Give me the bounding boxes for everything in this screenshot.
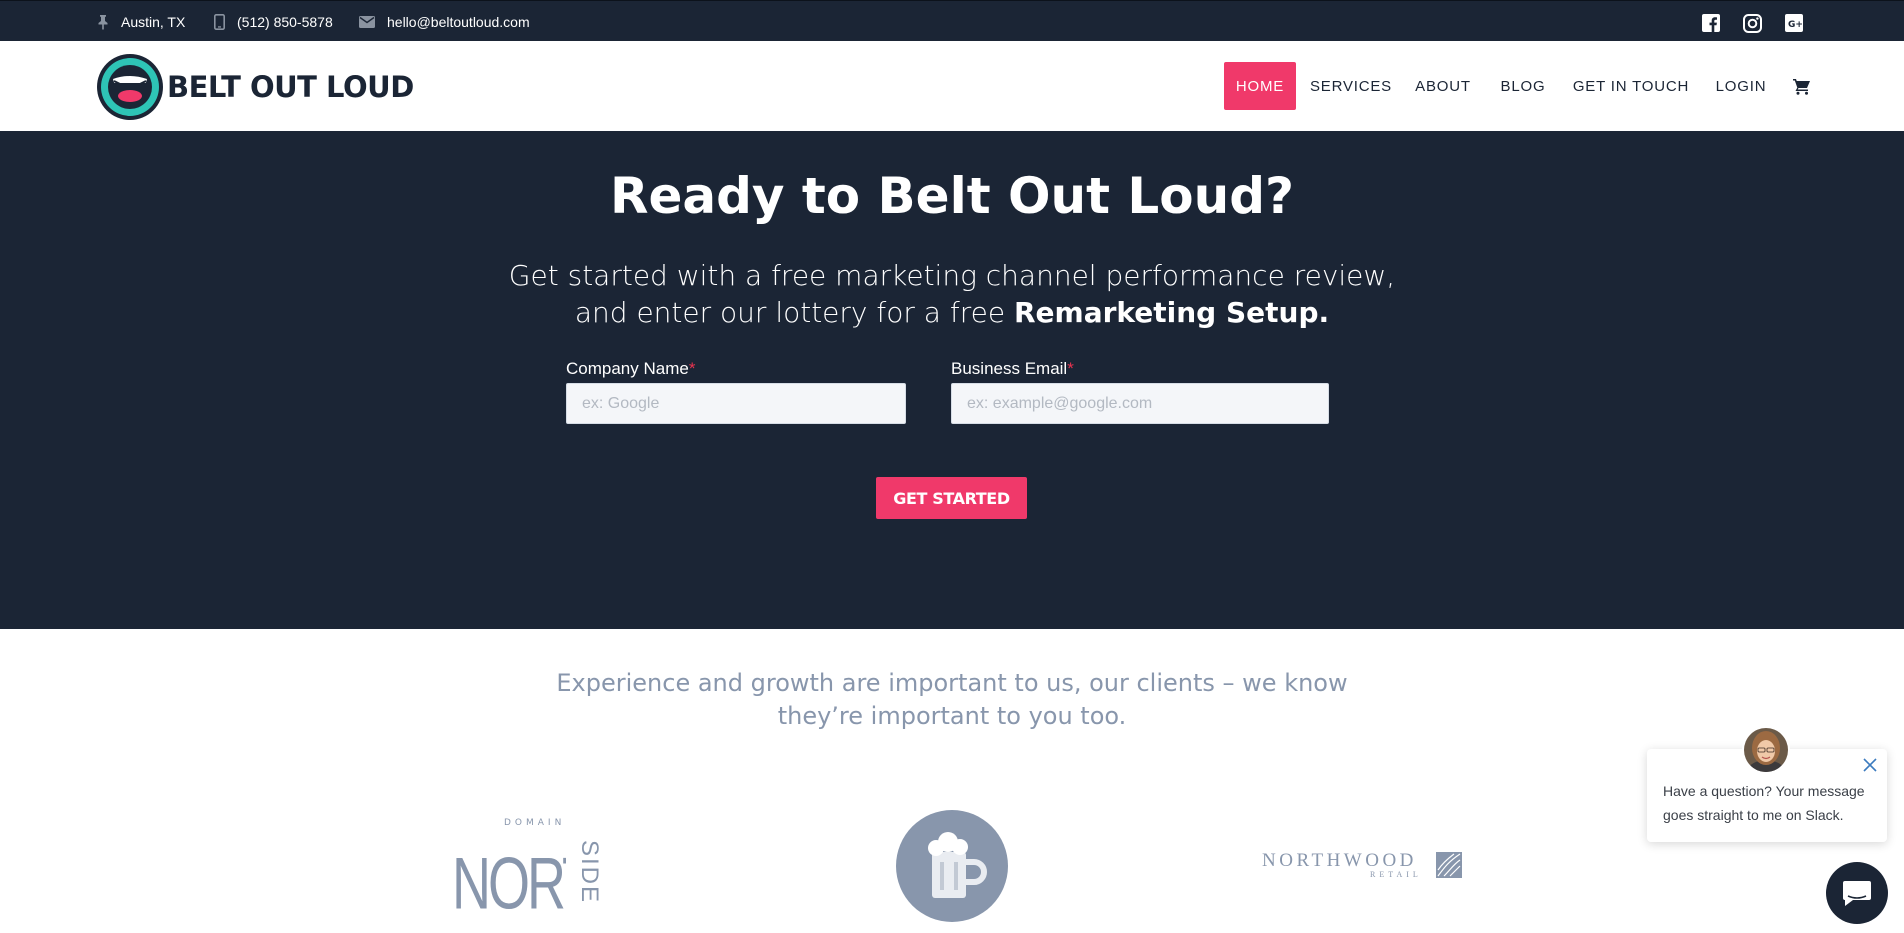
required-marker: *	[688, 359, 696, 378]
email-info[interactable]: hello@beltoutloud.com	[359, 14, 530, 30]
instagram-icon[interactable]	[1742, 13, 1762, 33]
chat-launcher-button[interactable]	[1826, 862, 1888, 924]
business-email-input[interactable]	[951, 383, 1329, 424]
company-name-label: Company Name*	[566, 359, 695, 379]
clients-intro: Experience and growth are important to u…	[0, 667, 1904, 733]
location-info: Austin, TX	[97, 14, 185, 30]
chat-agent-avatar	[1742, 726, 1790, 774]
hero-subtitle-line1: Get started with a free marketing channe…	[508, 259, 1396, 292]
hero-subtitle-line2: and enter our lottery for a free	[574, 296, 1014, 329]
phone-info[interactable]: (512) 850-5878	[214, 14, 333, 30]
logo-retail-text: RETAIL	[1370, 870, 1422, 879]
nav-blog[interactable]: BLOG	[1496, 62, 1550, 110]
nav-services[interactable]: SERVICES	[1310, 62, 1392, 110]
client-logo-northwood: NORTHWOOD RETAIL	[1262, 850, 1462, 886]
client-logo-domain-northside: DOMAIN NORTH SIDE	[452, 818, 632, 925]
phone-icon	[214, 14, 225, 30]
get-started-button[interactable]: GET STARTED	[876, 477, 1027, 519]
required-marker: *	[1067, 359, 1074, 378]
location-text: Austin, TX	[121, 14, 186, 30]
envelope-icon	[359, 16, 375, 28]
woodgrain-icon	[1436, 852, 1462, 878]
clients-intro-line1: Experience and growth are important to u…	[556, 669, 1348, 697]
nav-get-in-touch[interactable]: GET IN TOUCH	[1568, 62, 1694, 110]
google-plus-icon[interactable]: G+	[1784, 13, 1804, 33]
hero-subtitle: Get started with a free marketing channe…	[0, 257, 1904, 331]
chat-bubble-icon	[1843, 881, 1871, 906]
company-name-label-text: Company Name	[566, 359, 689, 378]
chat-message: Have a question? Your message goes strai…	[1663, 783, 1865, 823]
hero-section: Ready to Belt Out Loud? Get started with…	[0, 131, 1904, 629]
pushpin-icon	[98, 15, 108, 30]
svg-text:G+: G+	[1788, 20, 1803, 30]
logo-mouth-icon	[97, 54, 163, 120]
logo-side-text: SIDE	[576, 840, 603, 905]
clients-intro-line2: they’re important to you too.	[777, 702, 1127, 730]
main-header: BELT OUT LOUD HOME SERVICES ABOUT BLOG G…	[0, 41, 1904, 131]
nav-home[interactable]: HOME	[1224, 62, 1296, 110]
nav-login[interactable]: LOGIN	[1712, 62, 1770, 110]
client-logo-beer	[896, 810, 1008, 922]
business-email-label-text: Business Email	[951, 359, 1068, 378]
email-text[interactable]: hello@beltoutloud.com	[387, 14, 530, 30]
close-icon[interactable]	[1863, 758, 1877, 772]
logo-north-text: NORTH	[452, 843, 566, 925]
logo-wordmark: BELT OUT LOUD	[167, 70, 414, 104]
facebook-icon[interactable]	[1701, 13, 1721, 33]
phone-text[interactable]: (512) 850-5878	[237, 14, 333, 30]
cart-icon[interactable]	[1790, 62, 1814, 110]
hero-title: Ready to Belt Out Loud?	[609, 167, 1295, 225]
logo-northwood-text: NORTHWOOD	[1262, 850, 1417, 871]
business-email-label: Business Email*	[951, 359, 1074, 379]
beer-mug-icon	[928, 832, 987, 898]
hero-subtitle-highlight: Remarketing Setup.	[1013, 296, 1330, 329]
nav-about[interactable]: ABOUT	[1410, 62, 1476, 110]
top-bar: Austin, TX (512) 850-5878 hello@beltoutl…	[0, 0, 1904, 41]
company-name-input[interactable]	[566, 383, 906, 424]
site-logo[interactable]: BELT OUT LOUD	[96, 53, 414, 121]
